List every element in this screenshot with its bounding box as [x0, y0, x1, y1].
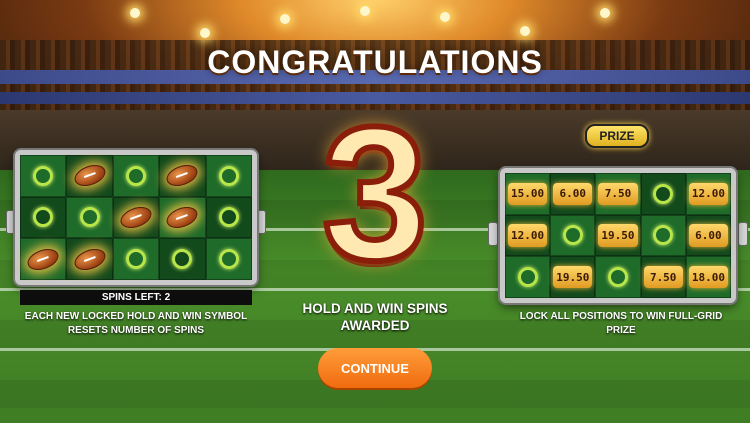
left-demo-grid	[20, 155, 252, 280]
empty-slot-ring-icon	[607, 267, 628, 288]
football-icon	[24, 244, 62, 274]
left-grid-cell	[66, 155, 113, 197]
empty-slot-ring-icon	[125, 249, 146, 270]
empty-slot-ring-icon	[218, 165, 239, 186]
left-grid-cell	[205, 155, 252, 197]
board-handle	[488, 222, 498, 246]
empty-slot-ring-icon	[33, 207, 54, 228]
left-grid-cell	[20, 238, 67, 280]
empty-slot-ring-icon	[172, 249, 193, 270]
prize-value: 6.00	[553, 182, 593, 205]
right-demo-board: 15.00 6.00 7.50 12.00 12.00 19.50 6.00 19.50 7.5…	[500, 168, 736, 303]
left-grid-cell	[112, 155, 160, 197]
right-demo-grid: 15.00 6.00 7.50 12.00 12.00 19.50 6.00 19.50 7.5…	[505, 173, 731, 298]
right-grid-cell: 7.50	[595, 173, 641, 215]
empty-slot-ring-icon	[79, 207, 100, 228]
right-grid-cell	[505, 256, 551, 298]
football-icon	[164, 161, 201, 191]
right-grid-cell: 12.00	[685, 173, 731, 215]
prize-badge: PRIZE	[585, 124, 649, 148]
left-grid-cell	[66, 238, 113, 280]
football-icon	[71, 161, 108, 191]
board-handle	[738, 222, 748, 246]
prize-value: 19.50	[598, 224, 638, 247]
left-grid-cell	[205, 238, 252, 280]
stadium-light-icon	[200, 28, 210, 38]
left-grid-cell	[205, 196, 252, 239]
empty-slot-ring-icon	[125, 165, 146, 186]
empty-slot-ring-icon	[218, 249, 239, 270]
left-grid-cell	[112, 238, 160, 280]
stadium-light-icon	[600, 8, 610, 18]
left-grid-cell	[159, 238, 206, 280]
left-grid-cell	[112, 196, 160, 239]
empty-slot-ring-icon	[33, 165, 54, 186]
right-grid-cell: 19.50	[550, 256, 596, 298]
right-grid-cell	[640, 173, 686, 215]
right-grid-cell: 12.00	[505, 214, 551, 257]
left-grid-cell	[159, 155, 206, 197]
prize-value: 12.00	[688, 182, 728, 205]
empty-slot-ring-icon	[517, 267, 538, 288]
left-grid-cell	[20, 196, 67, 239]
football-icon	[164, 203, 201, 232]
football-icon	[71, 244, 108, 274]
right-grid-cell: 15.00	[505, 173, 551, 215]
left-grid-cell	[159, 196, 206, 239]
empty-slot-ring-icon	[562, 225, 583, 246]
prize-value: 12.00	[508, 224, 548, 247]
stadium-light-icon	[130, 8, 140, 18]
right-grid-cell	[550, 214, 596, 257]
continue-button[interactable]: CONTINUE	[318, 348, 432, 388]
empty-slot-ring-icon	[653, 183, 674, 204]
left-grid-cell	[66, 196, 113, 239]
bonus-screen: CONGRATULATIONS 3 HOLD AND WIN SPINS AWA…	[0, 0, 750, 423]
prize-value: 7.50	[598, 182, 638, 205]
left-panel-description: EACH NEW LOCKED HOLD AND WIN SYMBOL RESE…	[24, 311, 248, 336]
football-icon	[117, 203, 155, 232]
right-panel-description: LOCK ALL POSITIONS TO WIN FULL-GRID PRIZ…	[519, 311, 723, 336]
stadium-light-icon	[280, 14, 290, 24]
right-grid-cell	[640, 214, 686, 257]
empty-slot-ring-icon	[218, 207, 239, 228]
prize-value: 7.50	[643, 266, 683, 289]
right-grid-cell: 18.00	[685, 256, 731, 298]
prize-value: 15.00	[508, 182, 548, 205]
right-grid-cell: 7.50	[640, 256, 686, 298]
spins-left-label: SPINS LEFT: 2	[20, 290, 252, 305]
spins-awarded-number: 3	[319, 88, 431, 300]
stadium-light-icon	[520, 26, 530, 36]
prize-value: 18.00	[688, 266, 728, 289]
right-grid-cell	[595, 256, 641, 298]
spins-awarded-caption: HOLD AND WIN SPINS AWARDED	[302, 301, 448, 333]
right-grid-cell: 19.50	[595, 214, 641, 257]
congratulations-title: CONGRATULATIONS	[207, 44, 543, 80]
stadium-light-icon	[360, 6, 370, 16]
left-grid-cell	[20, 155, 67, 197]
right-grid-cell: 6.00	[550, 173, 596, 215]
prize-value: 6.00	[688, 224, 728, 247]
stadium-light-icon	[440, 12, 450, 22]
board-handle	[256, 210, 266, 234]
left-demo-board	[15, 150, 257, 285]
prize-value: 19.50	[553, 266, 593, 289]
empty-slot-ring-icon	[653, 225, 674, 246]
right-grid-cell: 6.00	[685, 214, 731, 257]
